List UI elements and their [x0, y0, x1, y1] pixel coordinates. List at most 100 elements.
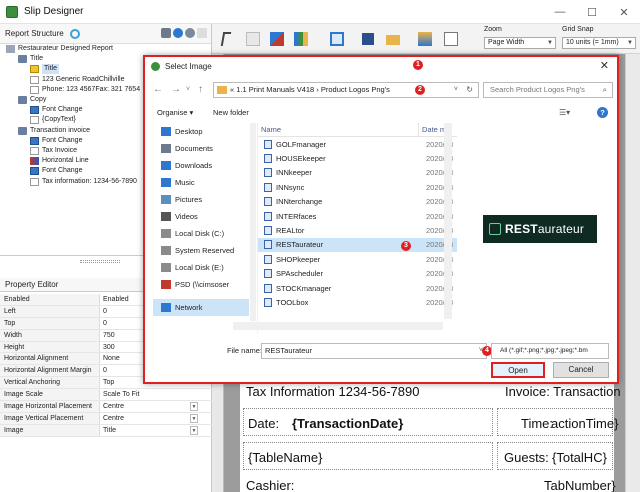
open-folder-icon[interactable]: [386, 35, 400, 45]
command-bar: Organise ▾ New folder ☰▾ ?: [145, 105, 617, 121]
cancel-button[interactable]: Cancel: [553, 362, 609, 378]
property-value[interactable]: Scale To Fit: [100, 389, 212, 400]
file-name: INNterchange: [276, 197, 323, 207]
file-row[interactable]: INNterchange 2020/03: [258, 195, 457, 209]
file-row[interactable]: REALtor 2020/03: [258, 223, 457, 237]
canvas-date-field[interactable]: {TransactionDate}: [292, 416, 403, 431]
file-name-input[interactable]: RESTaurateur ˅: [261, 343, 487, 359]
select-box-icon[interactable]: [330, 32, 344, 46]
file-row[interactable]: STOCKmanager 2020/03: [258, 281, 457, 295]
up-icon[interactable]: [185, 28, 195, 38]
nav-item[interactable]: Local Disk (C:): [153, 225, 249, 242]
chevron-down-icon[interactable]: ▼: [190, 413, 198, 423]
canvas-table-field[interactable]: {TableName}: [248, 450, 322, 465]
zoom-select[interactable]: Page Width ▼: [484, 37, 556, 49]
nav-item[interactable]: Documents: [153, 140, 249, 157]
canvas-invoice[interactable]: Invoice: Transaction: [505, 384, 621, 399]
file-row[interactable]: SHOPkeeper 2020/03: [258, 252, 457, 266]
file-row[interactable]: GOLFmanager 2020/03: [258, 137, 457, 151]
export-icon[interactable]: [418, 32, 432, 46]
canvas-scrollbar[interactable]: [625, 54, 640, 492]
nav-item[interactable]: System Reserved: [153, 242, 249, 259]
chevron-down-icon[interactable]: ▼: [190, 425, 198, 435]
property-value-text: None: [103, 355, 120, 363]
recent-chevron-icon[interactable]: ˅: [186, 86, 190, 93]
file-list[interactable]: Name Date m GOLFmanager 2020/03 HOUSEkeepe…: [257, 123, 457, 333]
dialog-title: Select Image: [165, 61, 212, 71]
file-row[interactable]: RESTaurateur 2020/03: [258, 237, 457, 253]
help-icon[interactable]: ?: [597, 107, 608, 118]
view-options-icon[interactable]: ☰▾: [559, 108, 570, 117]
chevron-down-icon[interactable]: ˅: [454, 83, 458, 97]
file-name: TOOLbox: [276, 297, 309, 307]
minimize-button[interactable]: —: [544, 0, 576, 24]
canvas-time-field[interactable]: actionTime}: [551, 416, 618, 431]
property-row[interactable]: Image Vertical Placement Centre ▼: [0, 412, 212, 425]
nav-item-label: Local Disk (E:): [175, 263, 224, 272]
navigation-pane[interactable]: Desktop Documents Downloads Music Pictures Vi…: [153, 123, 249, 333]
grid-snap-select[interactable]: 10 units (= 1mm) ▼: [562, 37, 636, 49]
pane-splitter[interactable]: [80, 260, 120, 263]
file-row[interactable]: INTERfaces 2020/03: [258, 209, 457, 223]
down-icon[interactable]: [173, 28, 183, 38]
file-row[interactable]: INNkeeper 2020/03: [258, 166, 457, 180]
organise-menu[interactable]: Organise ▾: [157, 108, 193, 117]
property-row[interactable]: Image Horizontal Placement Centre ▼: [0, 401, 212, 413]
property-value[interactable]: Centre ▼: [100, 413, 212, 424]
chart-tool-icon[interactable]: [294, 32, 308, 46]
file-list-hscroll[interactable]: [233, 322, 443, 330]
chevron-down-icon[interactable]: ▼: [190, 402, 198, 412]
file-row[interactable]: SPAscheduler 2020/03: [258, 267, 457, 281]
file-row[interactable]: TOOLbox 2020/03: [258, 295, 457, 309]
address-bar[interactable]: « 1.1 Print Manuals V418 › Product Logos…: [213, 82, 479, 98]
tree-item[interactable]: Restaurateur Designed Report: [0, 44, 212, 54]
file-name-label: File name:: [227, 346, 263, 355]
scroll-up-icon[interactable]: [197, 28, 207, 38]
property-value[interactable]: Centre ▼: [100, 401, 212, 412]
new-folder-button[interactable]: New folder: [213, 108, 249, 117]
save-icon[interactable]: [362, 33, 374, 45]
breadcrumb[interactable]: « 1.1 Print Manuals V418 › Product Logos…: [230, 85, 390, 94]
canvas-tab-field[interactable]: TabNumber}: [544, 478, 616, 492]
back-icon[interactable]: ←: [153, 84, 163, 95]
file-row[interactable]: INNsync 2020/03: [258, 180, 457, 194]
nav-item[interactable]: Pictures: [153, 191, 249, 208]
canvas-tax-info[interactable]: Tax Information 1234-56-7890: [246, 384, 419, 399]
property-value-text: Scale To Fit: [103, 391, 140, 399]
close-button[interactable]: ✕: [608, 0, 640, 24]
edit-icon[interactable]: [161, 28, 171, 38]
refresh-icon[interactable]: [69, 28, 80, 39]
nav-item[interactable]: PSD (\\cimsoser: [153, 276, 249, 293]
nav-item[interactable]: Local Disk (E:): [153, 259, 249, 276]
nav-item[interactable]: Network: [153, 299, 249, 316]
file-list-vscroll[interactable]: [444, 123, 452, 319]
search-input[interactable]: Search Product Logos Png's ⌕: [483, 82, 613, 98]
file-type-select[interactable]: All (*.gif;*.png;*.jpg;*.jpeg;*.bm: [491, 343, 609, 359]
forward-icon[interactable]: →: [171, 84, 181, 95]
tree-item-label: Font Change: [42, 167, 83, 175]
property-row[interactable]: Image Title ▼: [0, 424, 212, 437]
property-value[interactable]: Title ▼: [100, 425, 212, 436]
file-name-value: RESTaurateur: [265, 346, 313, 355]
open-button[interactable]: Open: [491, 362, 545, 378]
img-icon: [30, 65, 39, 74]
property-row[interactable]: Image Scale Scale To Fit: [0, 389, 212, 402]
pointer-icon[interactable]: [220, 32, 232, 46]
nav-item[interactable]: Desktop: [153, 123, 249, 140]
dialog-close-icon[interactable]: ✕: [600, 59, 609, 72]
nav-item[interactable]: Music: [153, 174, 249, 191]
text-tool-icon[interactable]: [246, 32, 260, 46]
name-column-header[interactable]: Name: [258, 123, 418, 136]
maximize-button[interactable]: ☐: [576, 0, 608, 24]
nav-scrollbar[interactable]: [250, 123, 256, 321]
preview-icon[interactable]: [444, 32, 458, 46]
image-tool-icon[interactable]: [270, 32, 284, 46]
refresh-icon[interactable]: ↻: [466, 83, 473, 97]
nav-item[interactable]: Downloads: [153, 157, 249, 174]
canvas-guests-field[interactable]: {TotalHC}: [552, 450, 607, 465]
nav-item[interactable]: Videos: [153, 208, 249, 225]
up-icon[interactable]: ↑: [198, 84, 203, 95]
property-name: Image Vertical Placement: [0, 412, 100, 424]
file-row[interactable]: HOUSEkeeper 2020/03: [258, 151, 457, 165]
report-structure-header: Report Structure: [0, 24, 211, 44]
